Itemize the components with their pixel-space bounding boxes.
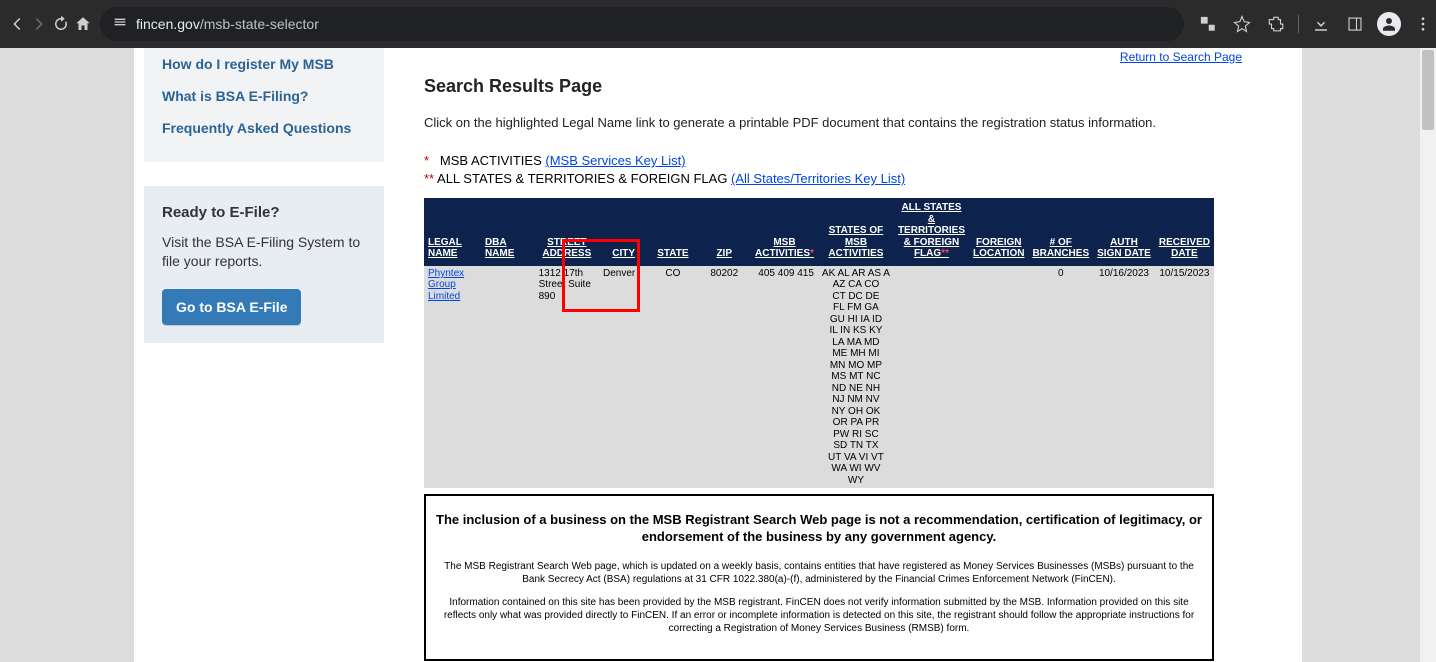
profile-avatar[interactable] bbox=[1373, 8, 1405, 40]
page-lead: Click on the highlighted Legal Name link… bbox=[424, 115, 1262, 130]
address-bar[interactable]: fincen.gov/msb-state-selector bbox=[100, 7, 1184, 41]
sidebar-item-bsa-efiling[interactable]: What is BSA E-Filing? bbox=[162, 80, 366, 112]
col-zip[interactable]: ZIP bbox=[697, 198, 751, 266]
sidebar-efile-card: Ready to E-File? Visit the BSA E-Filing … bbox=[144, 186, 384, 343]
results-table: LEGAL NAME DBA NAME STREET ADDRESS CITY … bbox=[424, 198, 1214, 488]
msb-services-key-list-link[interactable]: (MSB Services Key List) bbox=[545, 153, 685, 168]
url-host: fincen.gov bbox=[136, 16, 200, 32]
legend-msb-activities-label: MSB ACTIVITIES bbox=[440, 153, 545, 168]
url-text: fincen.gov/msb-state-selector bbox=[136, 16, 319, 32]
reload-button[interactable] bbox=[52, 8, 70, 40]
cell-city: Denver bbox=[599, 266, 648, 489]
translate-icon[interactable]: 文 bbox=[1192, 8, 1224, 40]
table-header-row: LEGAL NAME DBA NAME STREET ADDRESS CITY … bbox=[424, 198, 1214, 266]
cell-auth-date: 10/16/2023 bbox=[1093, 266, 1155, 489]
sidebar-item-register-msb[interactable]: How do I register My MSB bbox=[162, 48, 366, 80]
col-all-states-flag[interactable]: ALL STATES & TERRITORIES & FOREIGN FLAG*… bbox=[894, 198, 969, 266]
col-legal-name[interactable]: LEGAL NAME bbox=[424, 198, 481, 266]
col-state[interactable]: STATE bbox=[648, 198, 697, 266]
table-row: Phyntex Group Limited 1312 17th Street S… bbox=[424, 266, 1214, 489]
legend-states-label: ALL STATES & TERRITORIES & FOREIGN FLAG bbox=[437, 171, 731, 186]
disclaimer-box: The inclusion of a business on the MSB R… bbox=[424, 494, 1214, 661]
svg-text:文: 文 bbox=[1203, 17, 1208, 24]
legend: * MSB ACTIVITIES (MSB Services Key List)… bbox=[424, 152, 1262, 188]
col-msb-activities[interactable]: MSB ACTIVITIES* bbox=[751, 198, 818, 266]
page-content: How do I register My MSB What is BSA E-F… bbox=[134, 48, 1302, 662]
bookmark-star-icon[interactable] bbox=[1226, 8, 1258, 40]
legend-star2: ** bbox=[424, 171, 434, 186]
page-title: Search Results Page bbox=[424, 76, 1262, 97]
cell-address: 1312 17th Street Suite 890 bbox=[535, 266, 599, 489]
sidebar-item-faq[interactable]: Frequently Asked Questions bbox=[162, 112, 366, 144]
disclaimer-p2: Information contained on this site has b… bbox=[436, 596, 1202, 635]
back-button[interactable] bbox=[8, 8, 26, 40]
sidebar: How do I register My MSB What is BSA E-F… bbox=[134, 48, 384, 661]
home-button[interactable] bbox=[74, 8, 92, 40]
col-received-date[interactable]: RECEIVED DATE bbox=[1155, 198, 1214, 266]
col-num-branches[interactable]: # OF BRANCHES bbox=[1028, 198, 1093, 266]
all-states-key-list-link[interactable]: (All States/Territories Key List) bbox=[731, 171, 905, 186]
cell-states: AK AL AR AS A AZ CA CO CT DC DE FL FM GA… bbox=[818, 266, 894, 489]
col-city[interactable]: CITY bbox=[599, 198, 648, 266]
cell-zip: 80202 bbox=[697, 266, 751, 489]
kebab-menu-icon[interactable] bbox=[1407, 8, 1436, 40]
col-street-address[interactable]: STREET ADDRESS bbox=[535, 198, 599, 266]
top-right-link-area: Return to Search Page bbox=[1120, 48, 1242, 66]
cell-dba bbox=[481, 266, 535, 489]
main: Return to Search Page Search Results Pag… bbox=[384, 48, 1302, 661]
forward-button[interactable] bbox=[30, 8, 48, 40]
efile-heading: Ready to E-File? bbox=[162, 204, 366, 221]
col-auth-sign-date[interactable]: AUTH SIGN DATE bbox=[1093, 198, 1155, 266]
cell-state: CO bbox=[648, 266, 697, 489]
disclaimer-heading: The inclusion of a business on the MSB R… bbox=[436, 512, 1202, 546]
legend-star1: * bbox=[424, 153, 429, 168]
disclaimer-p1: The MSB Registrant Search Web page, whic… bbox=[436, 560, 1202, 586]
legal-name-link[interactable]: Phyntex Group Limited bbox=[428, 268, 464, 302]
col-dba-name[interactable]: DBA NAME bbox=[481, 198, 535, 266]
cell-branches: 0 bbox=[1028, 266, 1093, 489]
efile-description: Visit the BSA E-Filing System to file yo… bbox=[162, 233, 366, 271]
cell-all-states-flag bbox=[894, 266, 969, 489]
cell-foreign bbox=[969, 266, 1028, 489]
scroll-thumb[interactable] bbox=[1422, 50, 1434, 130]
cell-recv-date: 10/15/2023 bbox=[1155, 266, 1214, 489]
download-icon[interactable] bbox=[1305, 8, 1337, 40]
sidebar-nav-card: How do I register My MSB What is BSA E-F… bbox=[144, 48, 384, 162]
return-to-search-link[interactable]: Return to Search Page bbox=[1120, 50, 1242, 64]
url-path: /msb-state-selector bbox=[200, 16, 319, 32]
go-to-bsa-efile-button[interactable]: Go to BSA E-File bbox=[162, 289, 301, 325]
browser-toolbar: fincen.gov/msb-state-selector 文 bbox=[0, 0, 1436, 48]
cell-msb-activities: 405 409 415 bbox=[751, 266, 818, 489]
panel-icon[interactable] bbox=[1339, 8, 1371, 40]
extensions-icon[interactable] bbox=[1260, 8, 1292, 40]
col-states-of-msb[interactable]: STATES OF MSB ACTIVITIES bbox=[818, 198, 894, 266]
col-foreign-location[interactable]: FOREIGN LOCATION bbox=[969, 198, 1028, 266]
vertical-scrollbar[interactable] bbox=[1420, 48, 1436, 662]
site-settings-icon[interactable] bbox=[112, 14, 128, 35]
